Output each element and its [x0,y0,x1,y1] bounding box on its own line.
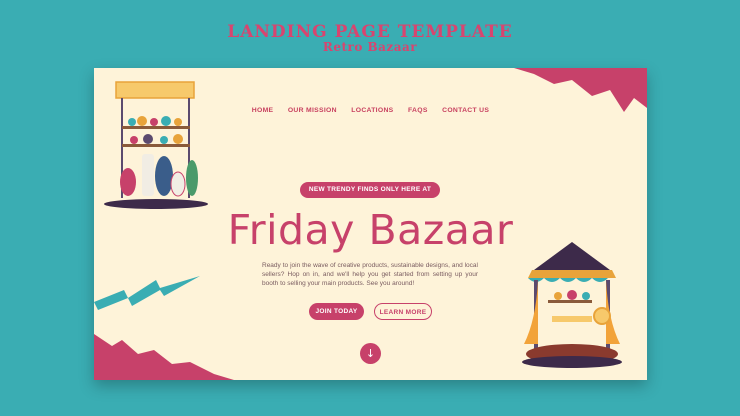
main-nav: HOME OUR MISSION LOCATIONS FAQS CONTACT … [94,99,647,117]
market-stall-illustration [522,242,622,368]
promo-badge: NEW TRENDY FINDS ONLY HERE AT [300,182,440,198]
corner-decoration-bottom-left [94,334,234,380]
nav-item-home[interactable]: HOME [252,107,274,114]
learn-more-button[interactable]: LEARN MORE [374,303,432,320]
zigzag-decoration-left [94,276,200,310]
nav-item-our-mission[interactable]: OUR MISSION [288,107,337,114]
hero-description: Ready to join the wave of creative produ… [262,262,478,287]
nav-item-contact-us[interactable]: CONTACT US [442,107,489,114]
nav-item-faqs[interactable]: FAQS [408,107,428,114]
page-subtitle: Retro Bazaar [322,40,418,54]
arrow-down-icon: ↓ [365,347,376,360]
nav-item-locations[interactable]: LOCATIONS [351,107,393,114]
hero-headline: Friday Bazaar [227,206,514,254]
landing-card: HOME OUR MISSION LOCATIONS FAQS CONTACT … [94,68,647,380]
join-today-button[interactable]: JOIN TODAY [309,303,364,320]
scroll-down-button[interactable]: ↓ [360,343,381,364]
page-title: LANDING PAGE TEMPLATE [227,22,513,42]
market-shelf-illustration [104,81,208,209]
